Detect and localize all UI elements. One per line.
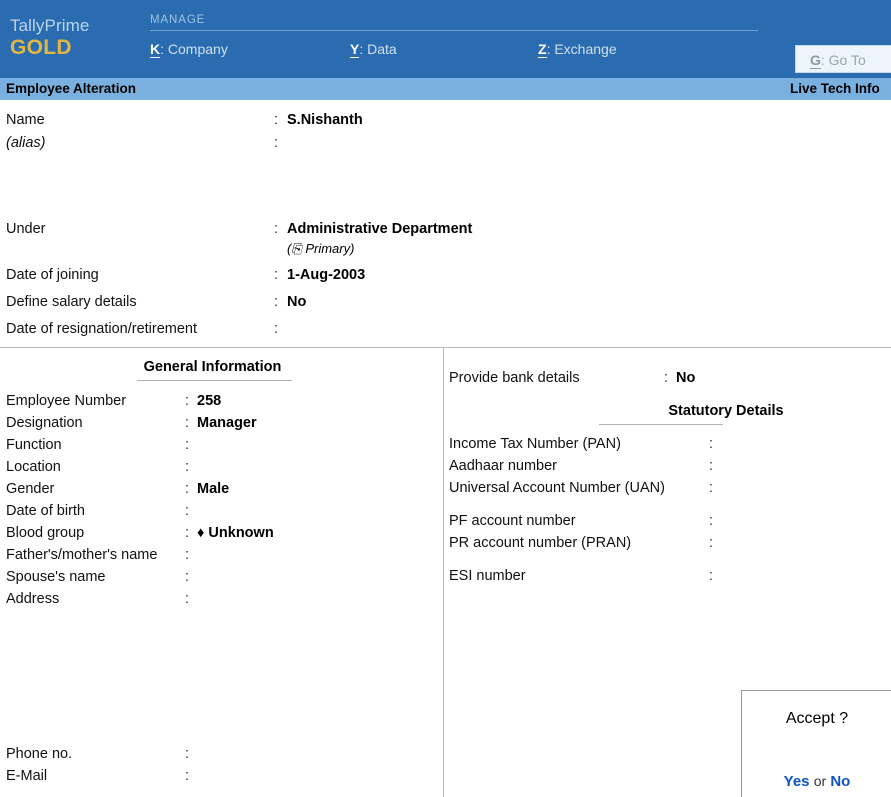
accept-confirmation-dialog: Accept ? Yes or No	[741, 690, 891, 797]
go-to-shortcut-key-g: G	[810, 52, 821, 69]
field-colon-address: :	[185, 591, 190, 607]
field-colon-define-salary-details: :	[274, 294, 279, 310]
general-information-heading-underline	[137, 380, 292, 381]
manage-menu: MANAGE K: Company Y: Data Z: Exchange	[150, 14, 758, 65]
field-colon-esi-number: :	[709, 568, 714, 584]
accept-yes-button[interactable]: Yes	[784, 773, 810, 790]
screen-title-bar: Employee Alteration Live Tech Info	[0, 78, 891, 100]
field-colon-spouse-name: :	[185, 569, 190, 585]
go-to-button-label: G: Go To	[810, 52, 866, 69]
field-label-date-of-joining: Date of joining	[6, 267, 99, 283]
tallyprime-window: TallyPrime GOLD MANAGE K: Company Y: Dat…	[0, 0, 891, 797]
field-label-parents-name: Father's/mother's name	[6, 547, 158, 563]
field-label-date-of-birth: Date of birth	[6, 503, 85, 519]
field-colon-blood-group: :	[185, 525, 190, 541]
field-value-employee-number[interactable]: 258	[197, 393, 221, 409]
go-to-sep: :	[820, 52, 825, 68]
field-label-pran: PR account number (PRAN)	[449, 535, 632, 551]
field-value-under-parent: (⎘ Primary)	[287, 241, 355, 256]
field-colon-parents-name: :	[185, 547, 190, 563]
field-colon-alias: :	[274, 135, 279, 151]
menu-item-company-label: Company	[167, 41, 228, 57]
field-label-alias: (alias)	[6, 135, 46, 151]
page-title: Employee Alteration	[6, 81, 137, 96]
accept-or-label: or	[813, 773, 827, 789]
field-colon-function: :	[185, 437, 190, 453]
field-label-uan: Universal Account Number (UAN)	[449, 480, 665, 496]
brand-logo: TallyPrime GOLD	[10, 16, 140, 60]
field-label-under: Under	[6, 221, 46, 237]
brand-name: TallyPrime	[10, 16, 90, 35]
field-label-define-salary-details: Define salary details	[6, 294, 137, 310]
field-colon-date-of-joining: :	[274, 267, 279, 283]
menu-shortcut-key-z: Z	[538, 41, 547, 58]
field-label-pan: Income Tax Number (PAN)	[449, 436, 621, 452]
field-value-define-salary-details[interactable]: No	[287, 294, 306, 310]
accept-no-button[interactable]: No	[830, 773, 850, 790]
menu-item-company[interactable]: K: Company	[150, 41, 228, 58]
field-label-date-of-resignation: Date of resignation/retirement	[6, 321, 198, 337]
menu-item-data-label: Data	[367, 41, 397, 57]
field-label-email: E-Mail	[6, 768, 48, 784]
field-label-address: Address	[6, 591, 60, 607]
field-value-provide-bank-details[interactable]: No	[676, 370, 695, 386]
accept-dialog-title: Accept ?	[785, 710, 849, 727]
field-colon-location: :	[185, 459, 190, 475]
field-colon-aadhaar: :	[709, 458, 714, 474]
field-label-location: Location	[6, 459, 61, 475]
field-value-blood-group[interactable]: ♦ Unknown	[197, 525, 274, 541]
field-label-aadhaar: Aadhaar number	[449, 458, 558, 474]
field-label-employee-number: Employee Number	[6, 393, 127, 409]
menu-shortcut-key-y: Y	[350, 41, 360, 58]
go-to-text: Go To	[828, 52, 866, 68]
live-tech-info-label[interactable]: Live Tech Info	[790, 81, 880, 96]
employee-primary-form: Name : S.Nishanth (alias) : Under : Admi…	[0, 100, 891, 347]
field-colon-email: :	[185, 768, 190, 784]
field-label-spouse-name: Spouse's name	[6, 569, 106, 585]
field-value-under[interactable]: Administrative Department	[287, 221, 472, 237]
field-label-function: Function	[6, 437, 62, 453]
field-colon-date-of-birth: :	[185, 503, 190, 519]
field-colon-pan: :	[709, 436, 714, 452]
field-label-provide-bank-details: Provide bank details	[449, 370, 580, 386]
app-header: TallyPrime GOLD MANAGE K: Company Y: Dat…	[0, 0, 891, 78]
menu-group-title: MANAGE	[150, 14, 206, 26]
menu-item-exchange-label: Exchange	[554, 41, 617, 57]
menu-item-data[interactable]: Y: Data	[350, 41, 397, 58]
statutory-details-heading-underline	[599, 424, 723, 425]
field-colon-name: :	[274, 112, 279, 128]
field-colon-designation: :	[185, 415, 190, 431]
field-label-designation: Designation	[6, 415, 83, 431]
statutory-details-heading: Statutory Details	[668, 403, 784, 419]
field-colon-under: :	[274, 221, 279, 237]
field-value-designation[interactable]: Manager	[197, 415, 257, 431]
field-colon-employee-number: :	[185, 393, 190, 409]
menu-sep-3: :	[546, 41, 551, 57]
field-value-date-of-joining[interactable]: 1-Aug-2003	[287, 267, 365, 283]
general-information-panel: General Information Employee Number : 25…	[0, 348, 443, 797]
menu-sep-1: :	[160, 41, 165, 57]
general-information-heading: General Information	[143, 359, 282, 375]
accept-dialog-options: Yes or No	[742, 773, 891, 790]
field-colon-date-of-resignation: :	[274, 321, 279, 337]
field-label-phone-no: Phone no.	[6, 746, 73, 762]
field-colon-phone-no: :	[185, 746, 190, 762]
field-label-name: Name	[6, 112, 45, 128]
field-colon-gender: :	[185, 481, 190, 497]
go-to-button[interactable]: G: Go To	[795, 45, 891, 73]
field-colon-uan: :	[709, 480, 714, 496]
field-label-pf-account-number: PF account number	[449, 513, 576, 529]
field-label-blood-group: Blood group	[6, 525, 85, 541]
menu-shortcut-key-k: K	[150, 41, 161, 58]
field-value-gender[interactable]: Male	[197, 481, 229, 497]
field-colon-provide-bank-details: :	[664, 370, 669, 386]
menu-sep-2: :	[359, 41, 364, 57]
field-label-gender: Gender	[6, 481, 55, 497]
brand-edition: GOLD	[10, 36, 72, 59]
field-colon-pran: :	[709, 535, 714, 551]
field-colon-pf-account-number: :	[709, 513, 714, 529]
field-value-name[interactable]: S.Nishanth	[287, 112, 363, 128]
menu-item-exchange[interactable]: Z: Exchange	[538, 41, 617, 58]
field-label-esi-number: ESI number	[449, 568, 526, 584]
